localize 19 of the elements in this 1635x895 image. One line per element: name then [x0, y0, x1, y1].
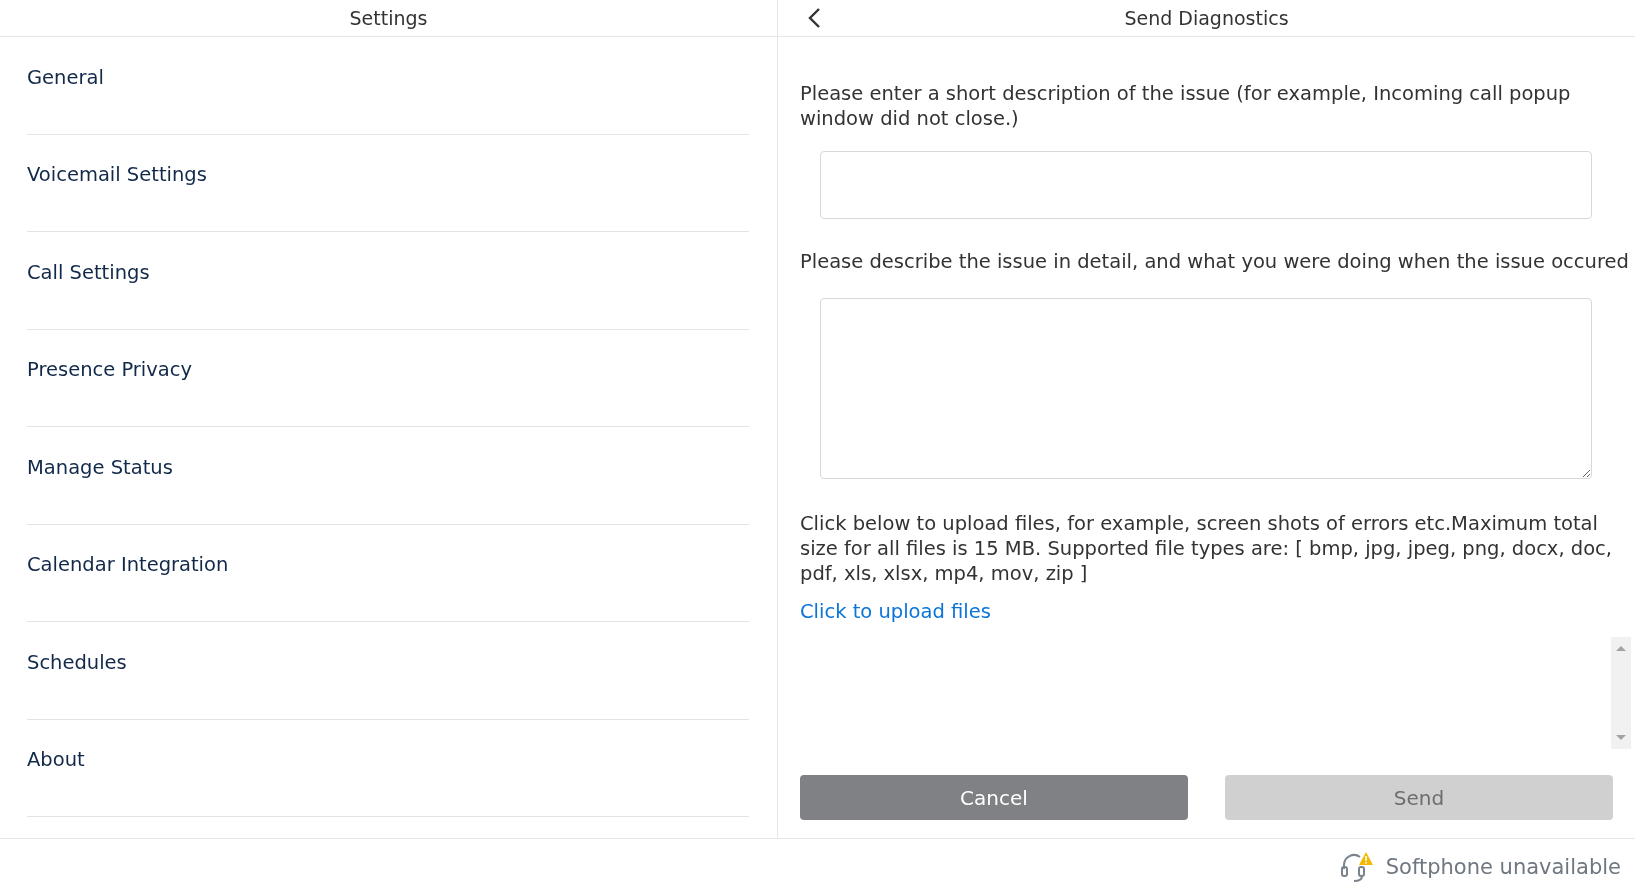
- settings-item[interactable]: General: [27, 37, 749, 135]
- status-text: Softphone unavailable: [1385, 855, 1621, 879]
- settings-item[interactable]: Presence Privacy: [27, 329, 749, 427]
- field-label: Please describe the issue in detail, and what you were doing when the issue occured: [800, 249, 1630, 274]
- settings-item[interactable]: Manage Status: [27, 427, 749, 525]
- upload-link[interactable]: Click to upload files: [800, 600, 991, 623]
- settings-item[interactable]: Call Settings: [27, 232, 749, 330]
- description-field[interactable]: [820, 151, 1592, 219]
- panel-title: Settings: [349, 7, 428, 29]
- settings-item[interactable]: Schedules: [27, 622, 749, 720]
- cancel-button[interactable]: Cancel: [800, 775, 1188, 820]
- details-field[interactable]: [820, 298, 1592, 479]
- upload-note: Click below to upload files, for example, screen shots of errors etc.Maximum total size for all files is 15 MB. Supported file types are: [ bmp, jpg, jpeg, png, docx, doc, pdf, xls, xlsx, mp4, mov, zip ]: [800, 511, 1614, 586]
- panel-title: Send Diagnostics: [1124, 7, 1289, 29]
- settings-item[interactable]: Calendar Integration: [27, 524, 749, 622]
- settings-item[interactable]: About: [27, 719, 749, 817]
- field-label: Please enter a short description of the issue (for example, Incoming call popup window did not close.): [800, 81, 1572, 131]
- settings-item[interactable]: Voicemail Settings: [27, 134, 749, 232]
- chevron-left-icon: [807, 7, 821, 29]
